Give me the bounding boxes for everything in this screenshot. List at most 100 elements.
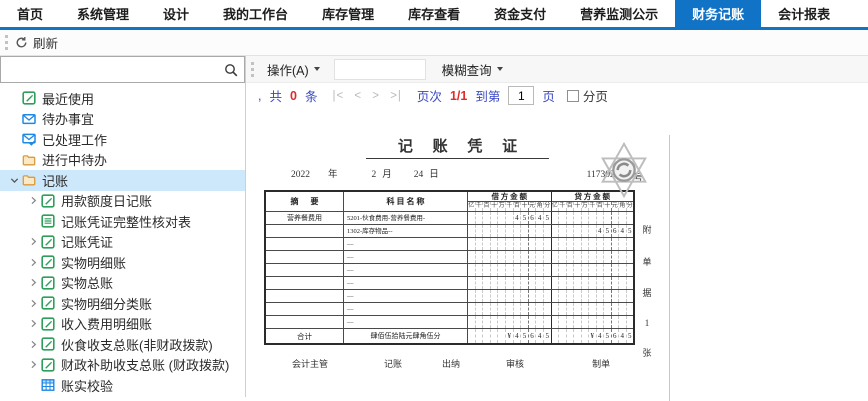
tree-item-label: 待办事宜 bbox=[42, 109, 94, 128]
toolbar-filter-input[interactable] bbox=[334, 59, 426, 80]
next-page-button[interactable]: > bbox=[372, 90, 380, 102]
digit-cell bbox=[581, 225, 589, 237]
paging-checkbox[interactable] bbox=[567, 90, 579, 102]
credit-amount-cells bbox=[551, 264, 634, 276]
nav-tab-3[interactable]: 设计 bbox=[146, 0, 206, 27]
last-page-button[interactable]: >| bbox=[390, 90, 402, 102]
voucher-title: 记 账 凭 证 bbox=[366, 135, 549, 159]
fuzzy-query-button[interactable]: 模糊查询 bbox=[436, 60, 509, 79]
digit-cell: 4 bbox=[618, 225, 626, 237]
tree-item-9[interactable]: 实物明细账 bbox=[0, 252, 245, 273]
chevron-right-icon[interactable] bbox=[26, 276, 41, 289]
chevron-right-icon[interactable] bbox=[26, 297, 41, 310]
nav-tab-1[interactable]: 首页 bbox=[0, 0, 60, 27]
tree-item-8[interactable]: 记账凭证 bbox=[0, 232, 245, 253]
digit-cell bbox=[535, 264, 543, 276]
digit-cell bbox=[558, 290, 566, 302]
digit-cell: 4 bbox=[513, 329, 521, 343]
chevron-right-icon[interactable] bbox=[26, 358, 41, 371]
tree-item-6[interactable]: 用款额度日记账 bbox=[0, 191, 245, 212]
chevron-down-icon bbox=[497, 67, 503, 71]
prev-page-button[interactable]: < bbox=[354, 90, 362, 102]
tree-item-14[interactable]: 财政补助收支总账 (财政拨款) bbox=[0, 355, 245, 376]
digit-cell bbox=[558, 212, 566, 224]
credit-amount-cells bbox=[551, 316, 634, 328]
nav-tab-6[interactable]: 库存查看 bbox=[391, 0, 477, 27]
tree-item-label: 实物总账 bbox=[61, 273, 113, 292]
credit-amount-cells bbox=[551, 238, 634, 250]
sidebar: 最近使用待办事宜已处理工作进行中待办记账用款额度日记账记账凭证完整性核对表记账凭… bbox=[0, 56, 246, 397]
day-unit: 日 bbox=[429, 166, 439, 180]
content-area: 记 账 凭 证 2022 年 2 月 24 日 1173025 号 摘 要科 目… bbox=[246, 108, 868, 397]
digit-cell bbox=[573, 264, 581, 276]
digit-cell bbox=[566, 290, 574, 302]
digit-cell bbox=[490, 303, 498, 315]
nav-tab-8[interactable]: 营养监测公示 bbox=[563, 0, 675, 27]
digit-cell bbox=[513, 225, 521, 237]
nav-tab-2[interactable]: 系统管理 bbox=[60, 0, 146, 27]
digit-cell bbox=[611, 290, 619, 302]
digit-cell bbox=[588, 277, 596, 289]
refresh-button[interactable]: 刷新 bbox=[15, 33, 58, 52]
tree-item-5[interactable]: 记账 bbox=[0, 170, 245, 191]
chevron-right-icon[interactable] bbox=[26, 235, 41, 248]
digit-cell bbox=[573, 238, 581, 250]
tree-item-12[interactable]: 收入费用明细账 bbox=[0, 314, 245, 335]
chevron-right-icon[interactable] bbox=[26, 338, 41, 351]
doc-edit-icon bbox=[41, 255, 56, 269]
action-menu-button[interactable]: 操作(A) bbox=[261, 60, 326, 79]
digit-cell: ¥ bbox=[505, 329, 513, 343]
tree-item-13[interactable]: 伙食收支总账(非财政拨款) bbox=[0, 334, 245, 355]
digit-cell bbox=[618, 303, 626, 315]
tree-item-1[interactable]: 最近使用 bbox=[0, 88, 245, 109]
digit-cell bbox=[566, 303, 574, 315]
chevron-placeholder bbox=[7, 112, 22, 125]
digit-cell bbox=[596, 238, 604, 250]
nav-tab-4[interactable]: 我的工作台 bbox=[206, 0, 305, 27]
chevron-right-icon[interactable] bbox=[26, 256, 41, 269]
refresh-icon bbox=[15, 36, 28, 49]
chevron-right-icon[interactable] bbox=[26, 317, 41, 330]
digit-cell bbox=[520, 251, 528, 263]
tree-item-11[interactable]: 实物明细分类账 bbox=[0, 293, 245, 314]
digit-cell bbox=[482, 303, 490, 315]
digit-cell: 6 bbox=[528, 212, 536, 224]
digit-cell bbox=[528, 264, 536, 276]
digit-cell bbox=[573, 225, 581, 237]
digit-cell: 5 bbox=[520, 212, 528, 224]
digit-cell bbox=[543, 251, 551, 263]
digit-cell bbox=[497, 329, 505, 343]
first-page-button[interactable]: |< bbox=[332, 90, 344, 102]
digit-cell bbox=[505, 264, 513, 276]
tree-item-label: 记账凭证 bbox=[61, 232, 113, 251]
nav-tab-9[interactable]: 财务记账 bbox=[675, 0, 761, 27]
tree-item-2[interactable]: 待办事宜 bbox=[0, 109, 245, 130]
tree-item-10[interactable]: 实物总账 bbox=[0, 273, 245, 294]
tree-item-3[interactable]: 已处理工作 bbox=[0, 129, 245, 150]
tree-item-15[interactable]: 账实校验 bbox=[0, 375, 245, 396]
chevron-down-icon[interactable] bbox=[7, 174, 22, 187]
goto-page-input[interactable] bbox=[508, 86, 534, 105]
digit-cell bbox=[566, 316, 574, 328]
doc-lines-icon bbox=[41, 214, 56, 228]
search-input[interactable] bbox=[1, 57, 244, 82]
digit-cell bbox=[497, 251, 505, 263]
nav-tab-7[interactable]: 资金支付 bbox=[477, 0, 563, 27]
digit-unit-label: 百 bbox=[482, 202, 490, 211]
digit-cell bbox=[528, 251, 536, 263]
nav-tab-5[interactable]: 库存管理 bbox=[305, 0, 391, 27]
digit-cell bbox=[520, 277, 528, 289]
credit-amount-cells bbox=[551, 251, 634, 263]
digit-cell bbox=[603, 316, 611, 328]
tree-item-7[interactable]: 记账凭证完整性核对表 bbox=[0, 211, 245, 232]
nav-tab-10[interactable]: 会计报表 bbox=[761, 0, 847, 27]
chevron-right-icon[interactable] bbox=[26, 194, 41, 207]
digit-cell bbox=[581, 251, 589, 263]
toolbar-grip[interactable] bbox=[5, 35, 9, 50]
digit-unit-label: 亿 bbox=[468, 202, 475, 211]
digit-cell bbox=[581, 264, 589, 276]
digit-unit-label: 分 bbox=[543, 202, 551, 211]
tree-item-4[interactable]: 进行中待办 bbox=[0, 150, 245, 171]
toolbar-grip[interactable] bbox=[251, 62, 255, 77]
debit-title: 借 方 金 额 bbox=[468, 192, 551, 202]
